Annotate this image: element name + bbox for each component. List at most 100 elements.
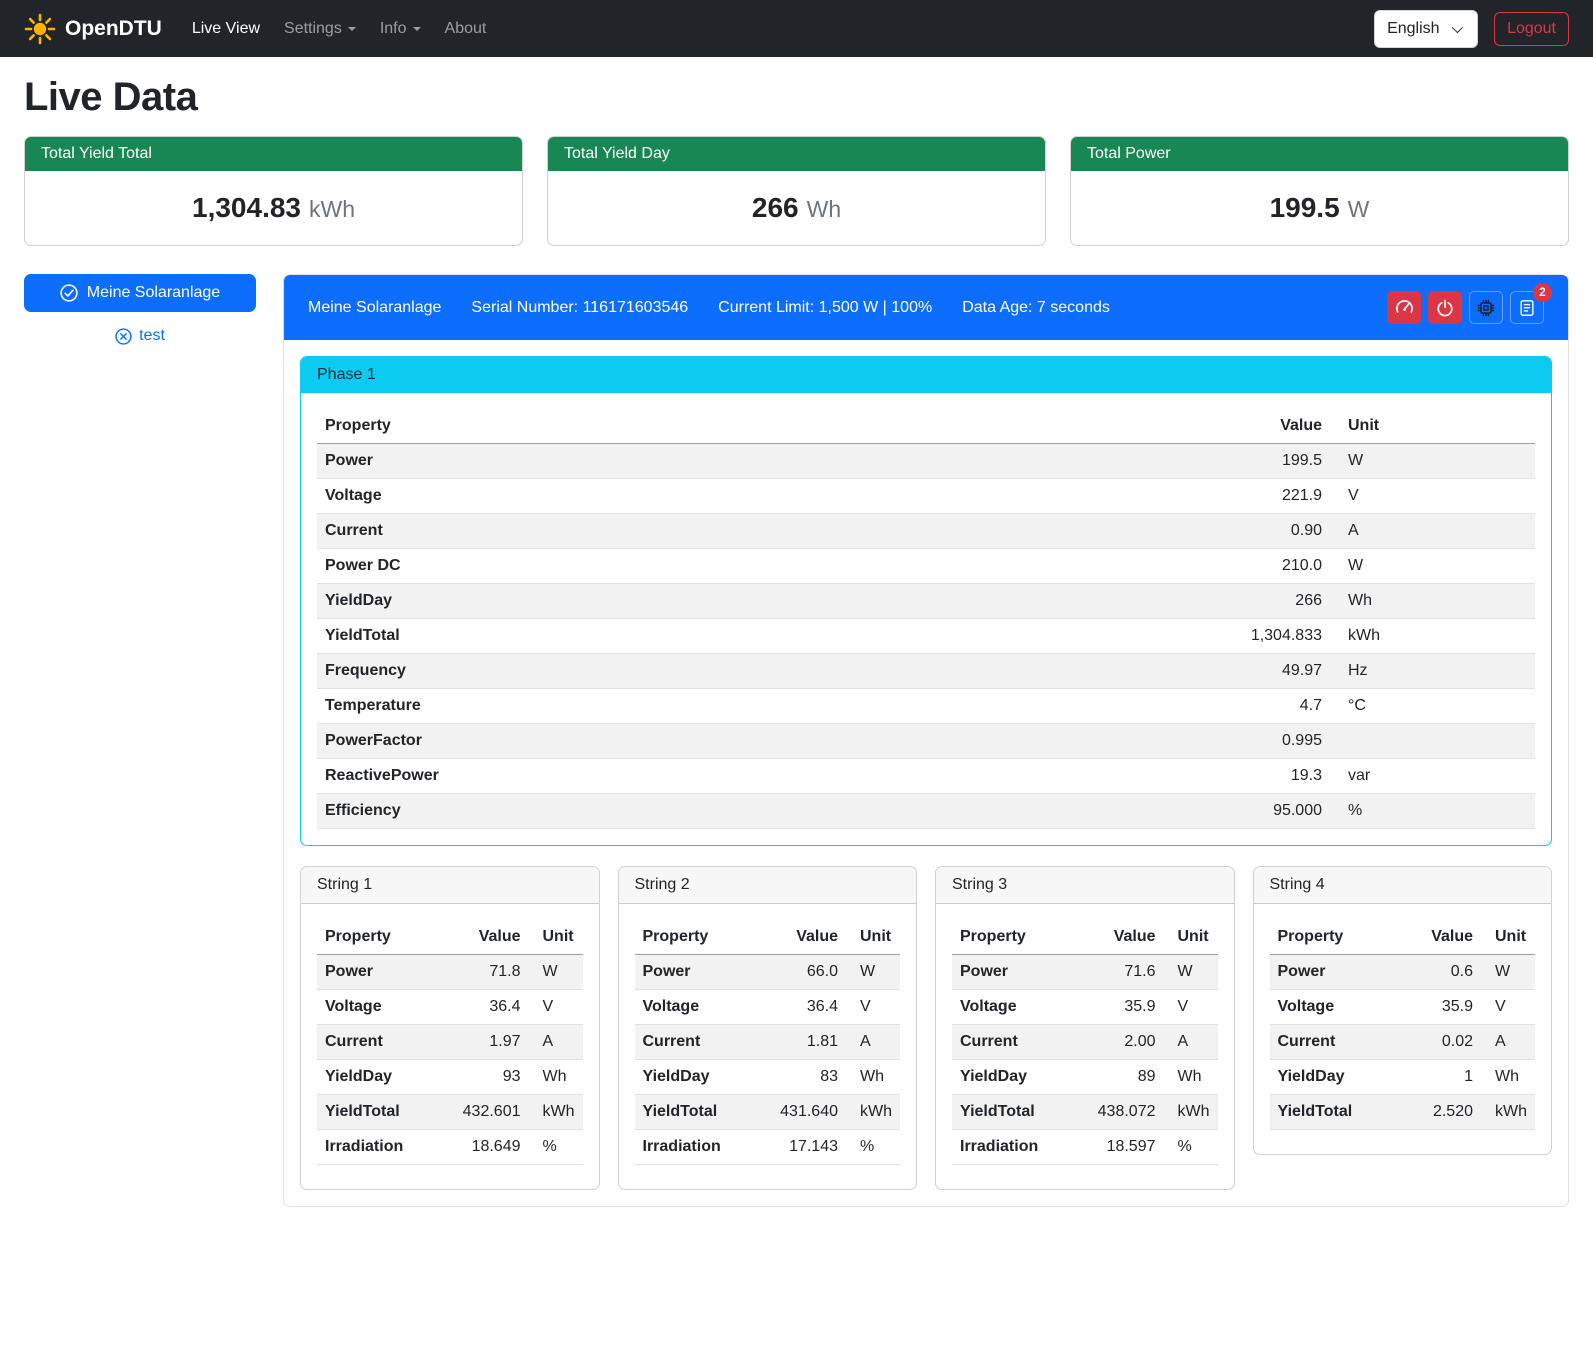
top-navbar: OpenDTU Live View Settings Info About En…: [0, 0, 1593, 57]
value-header: Value: [1078, 920, 1164, 955]
value-cell: 2.520: [1395, 1095, 1481, 1130]
summary-card-title: Total Power: [1071, 137, 1568, 171]
unit-cell: Wh: [1330, 584, 1535, 619]
property-cell: YieldTotal: [317, 619, 1200, 654]
logout-button[interactable]: Logout: [1494, 12, 1569, 46]
unit-cell: °C: [1330, 689, 1535, 724]
property-cell: YieldDay: [317, 584, 1200, 619]
table-row: YieldDay1Wh: [1270, 1060, 1536, 1095]
value-cell: 17.143: [760, 1130, 846, 1165]
property-cell: Current: [952, 1025, 1078, 1060]
inverter-link-test[interactable]: test: [24, 327, 256, 345]
unit-header: Unit: [1481, 920, 1535, 955]
property-cell: ReactivePower: [317, 759, 1200, 794]
property-cell: Voltage: [317, 990, 443, 1025]
property-cell: Frequency: [317, 654, 1200, 689]
unit-cell: Wh: [1164, 1060, 1218, 1095]
value-cell: 19.3: [1200, 759, 1330, 794]
value-cell: 4.7: [1200, 689, 1330, 724]
phase-table-body: Power199.5WVoltage221.9VCurrent0.90APowe…: [317, 444, 1535, 829]
property-cell: YieldDay: [635, 1060, 761, 1095]
table-header-row: Property Value Unit: [952, 920, 1218, 955]
unit-cell: var: [1330, 759, 1535, 794]
unit-cell: W: [846, 955, 900, 990]
property-cell: Temperature: [317, 689, 1200, 724]
unit-cell: A: [1330, 514, 1535, 549]
unit-cell: W: [1481, 955, 1535, 990]
phase-title: Phase 1: [301, 357, 1551, 393]
table-row: YieldDay83Wh: [635, 1060, 901, 1095]
table-row: Current1.97A: [317, 1025, 583, 1060]
string-card-body: Property Value Unit Power71.8WVoltage36.…: [301, 904, 599, 1189]
unit-cell: kWh: [846, 1095, 900, 1130]
inverter-select-label: Meine Solaranlage: [87, 284, 220, 302]
table-row: Temperature4.7°C: [317, 689, 1535, 724]
summary-card-total-power: Total Power 199.5 W: [1070, 136, 1569, 246]
unit-header: Unit: [846, 920, 900, 955]
unit-cell: %: [846, 1130, 900, 1165]
value-cell: 18.649: [443, 1130, 529, 1165]
value-header: Value: [1200, 409, 1330, 444]
inverter-select-button[interactable]: Meine Solaranlage: [24, 274, 256, 312]
unit-cell: Wh: [529, 1060, 583, 1095]
value-cell: 71.8: [443, 955, 529, 990]
unit-cell: A: [846, 1025, 900, 1060]
summary-cards-row: Total Yield Total 1,304.83kWh Total Yiel…: [24, 136, 1569, 246]
inverter-panel-header: Meine Solaranlage Serial Number: 1161716…: [284, 275, 1568, 340]
summary-card-value: 199.5: [1270, 192, 1340, 223]
property-cell: Power: [1270, 955, 1396, 990]
property-header: Property: [317, 920, 443, 955]
language-select[interactable]: English: [1374, 10, 1478, 48]
nav-about[interactable]: About: [437, 12, 495, 46]
nav-settings[interactable]: Settings: [276, 12, 364, 46]
value-cell: 432.601: [443, 1095, 529, 1130]
property-cell: Irradiation: [317, 1130, 443, 1165]
summary-card-title: Total Yield Day: [548, 137, 1045, 171]
page-title: Live Data: [24, 75, 1569, 120]
unit-cell: [1330, 724, 1535, 759]
property-cell: Power: [317, 955, 443, 990]
value-cell: 1.81: [760, 1025, 846, 1060]
check-circle-icon: [60, 284, 78, 302]
summary-card-value: 266: [752, 192, 799, 223]
summary-card-unit: W: [1348, 196, 1370, 222]
unit-header: Unit: [529, 920, 583, 955]
summary-card-total-yield-total: Total Yield Total 1,304.83kWh: [24, 136, 523, 246]
property-cell: YieldDay: [952, 1060, 1078, 1095]
device-info-button[interactable]: [1469, 291, 1503, 324]
inverter-limit: Current Limit: 1,500 W | 100%: [718, 299, 932, 317]
navbar-right: English Logout: [1374, 10, 1569, 48]
table-header-row: Property Value Unit: [1270, 920, 1536, 955]
property-cell: YieldTotal: [635, 1095, 761, 1130]
property-cell: Power: [317, 444, 1200, 479]
value-cell: 0.02: [1395, 1025, 1481, 1060]
table-row: Voltage35.9V: [1270, 990, 1536, 1025]
nav-info-label: Info: [380, 20, 407, 38]
nav-live-view[interactable]: Live View: [184, 12, 268, 46]
unit-cell: A: [1481, 1025, 1535, 1060]
value-cell: 0.995: [1200, 724, 1330, 759]
cpu-chip-icon: [1476, 298, 1496, 318]
journal-list-icon: [1518, 299, 1536, 317]
event-count-badge: 2: [1533, 283, 1552, 302]
table-row: Voltage36.4V: [635, 990, 901, 1025]
inverter-panel-body: Phase 1 Property Value Unit Power199.5WV…: [284, 340, 1568, 1206]
unit-cell: W: [529, 955, 583, 990]
x-circle-icon: [115, 328, 132, 345]
value-cell: 2.00: [1078, 1025, 1164, 1060]
nav-info[interactable]: Info: [372, 12, 429, 46]
property-cell: YieldDay: [1270, 1060, 1396, 1095]
power-button[interactable]: [1428, 291, 1462, 324]
app-brand[interactable]: OpenDTU: [24, 13, 162, 45]
value-cell: 438.072: [1078, 1095, 1164, 1130]
property-cell: Power: [635, 955, 761, 990]
unit-cell: Wh: [846, 1060, 900, 1095]
inverter-name: Meine Solaranlage: [308, 299, 441, 317]
inverter-link-label: test: [139, 327, 165, 345]
event-log-button[interactable]: 2: [1510, 291, 1544, 324]
table-row: Frequency49.97Hz: [317, 654, 1535, 689]
table-row: YieldDay93Wh: [317, 1060, 583, 1095]
limit-settings-button[interactable]: [1387, 291, 1421, 324]
power-icon: [1436, 299, 1454, 317]
unit-cell: W: [1330, 444, 1535, 479]
